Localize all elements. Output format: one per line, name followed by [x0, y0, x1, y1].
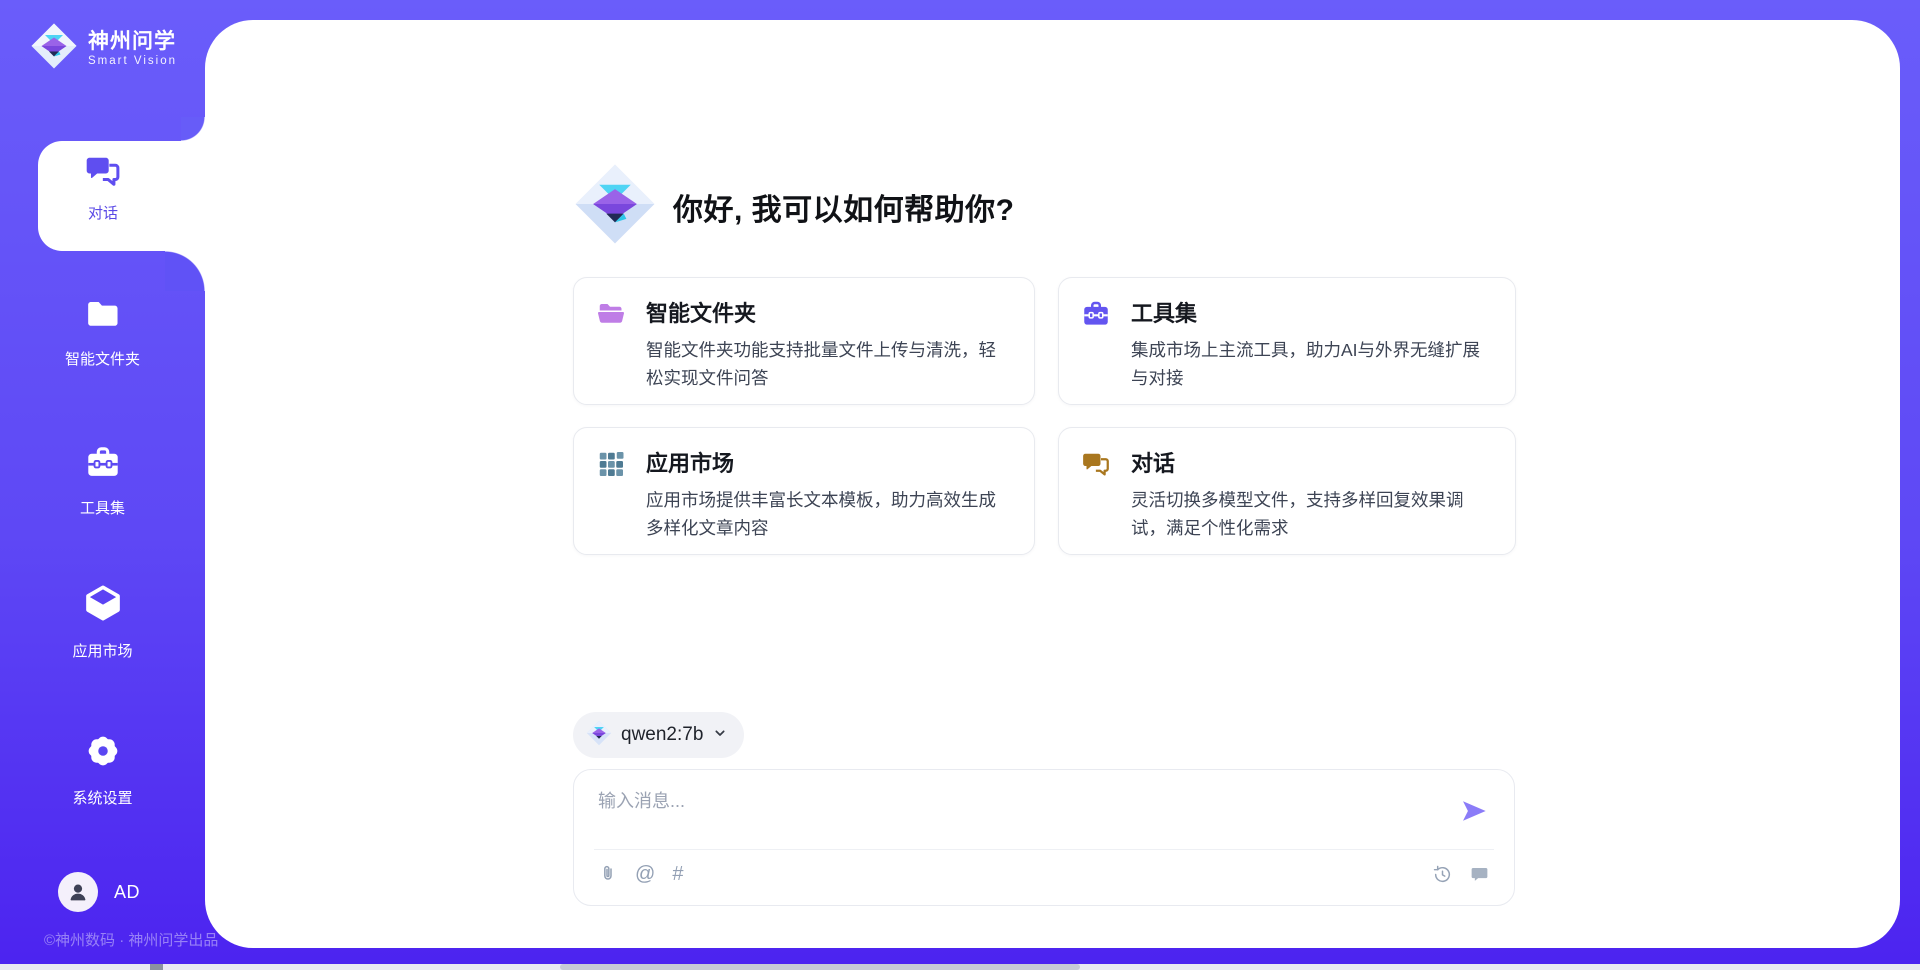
sidebar-item-label: 系统设置 — [72, 787, 132, 808]
card-app-market[interactable]: 应用市场 应用市场提供丰富长文本模板，助力高效生成多样化文章内容 — [573, 427, 1035, 555]
card-title: 应用市场 — [646, 446, 1010, 478]
user-name: AD — [114, 882, 140, 903]
brand-logo: 神州问学 Smart Vision — [30, 22, 177, 75]
greeting-title: 你好, 我可以如何帮助你? — [673, 185, 1015, 229]
chat-icon — [84, 152, 122, 195]
briefcase-icon — [1081, 299, 1111, 334]
welcome-header: 你好, 我可以如何帮助你? — [573, 162, 1015, 251]
sidebar-item-label: 对话 — [88, 202, 118, 223]
sidebar-item-label: 智能文件夹 — [65, 348, 140, 369]
gear-icon — [84, 732, 122, 775]
sidebar-item-app-market[interactable]: 应用市场 — [0, 583, 205, 661]
chat-bubbles-icon — [1081, 449, 1111, 484]
message-input[interactable] — [598, 786, 1118, 816]
hashtag-icon[interactable]: # — [672, 864, 683, 884]
card-smart-folder[interactable]: 智能文件夹 智能文件夹功能支持批量文件上传与清洗，轻松实现文件问答 — [573, 277, 1035, 405]
history-icon[interactable] — [1432, 864, 1453, 885]
card-description: 灵活切换多模型文件，支持多样回复效果调试，满足个性化需求 — [1131, 486, 1493, 542]
folder-open-icon — [596, 299, 626, 334]
sidebar-item-label: 工具集 — [80, 497, 125, 518]
sidebar-item-chat[interactable]: 对话 — [38, 141, 205, 251]
sidebar-item-smart-folder[interactable]: 智能文件夹 — [0, 297, 205, 369]
feature-cards: 智能文件夹 智能文件夹功能支持批量文件上传与清洗，轻松实现文件问答 工具集 集成… — [573, 277, 1516, 555]
sidebar-item-label: 应用市场 — [72, 640, 132, 661]
composer-divider — [594, 849, 1494, 850]
message-composer: @ # — [573, 769, 1515, 906]
tab-fillet-bottom — [165, 251, 205, 291]
card-title: 工具集 — [1131, 296, 1491, 328]
cube-icon — [83, 583, 123, 628]
sidebar-item-toolset[interactable]: 工具集 — [0, 444, 205, 518]
send-button[interactable] — [1460, 797, 1488, 825]
avatar — [58, 872, 98, 912]
brand-subtitle: Smart Vision — [88, 55, 177, 67]
horizontal-scrollbar-thumb[interactable] — [560, 964, 1080, 970]
model-name: qwen2:7b — [621, 724, 703, 746]
card-description: 智能文件夹功能支持批量文件上传与清洗，轻松实现文件问答 — [646, 336, 1012, 392]
app-window: 你好, 我可以如何帮助你? 智能文件夹 智能文件夹功能支持批量文件上传与清洗，轻… — [0, 0, 1920, 970]
card-description: 集成市场上主流工具，助力AI与外界无缝扩展与对接 — [1131, 336, 1493, 392]
paperclip-icon[interactable] — [598, 863, 618, 885]
user-profile[interactable]: AD — [58, 872, 140, 912]
tab-fillet-top — [181, 117, 205, 141]
copyright-text: ©神州数码 · 神州问学出品 — [44, 929, 218, 950]
toolbox-icon — [84, 444, 122, 485]
card-title: 智能文件夹 — [646, 296, 1010, 328]
brand-diamond-icon — [30, 22, 78, 75]
card-chat[interactable]: 对话 灵活切换多模型文件，支持多样回复效果调试，满足个性化需求 — [1058, 427, 1516, 555]
chat-bubble-icon[interactable] — [1469, 864, 1490, 885]
card-toolset[interactable]: 工具集 集成市场上主流工具，助力AI与外界无缝扩展与对接 — [1058, 277, 1516, 405]
folder-icon — [84, 297, 122, 336]
grid-icon — [596, 449, 626, 484]
sidebar-item-settings[interactable]: 系统设置 — [0, 732, 205, 808]
model-selector[interactable]: qwen2:7b — [573, 712, 744, 758]
composer-tools-right — [1432, 864, 1490, 885]
main-panel: 你好, 我可以如何帮助你? 智能文件夹 智能文件夹功能支持批量文件上传与清洗，轻… — [205, 20, 1900, 948]
brand-diamond-icon — [573, 162, 657, 251]
model-logo-icon — [586, 720, 612, 751]
scrollbar-stub — [150, 964, 163, 970]
card-description: 应用市场提供丰富长文本模板，助力高效生成多样化文章内容 — [646, 486, 1012, 542]
chevron-down-icon — [712, 725, 728, 746]
brand-name: 神州问学 — [88, 30, 177, 54]
composer-tools-left: @ # — [598, 863, 683, 885]
card-title: 对话 — [1131, 446, 1491, 478]
mention-icon[interactable]: @ — [635, 864, 655, 884]
